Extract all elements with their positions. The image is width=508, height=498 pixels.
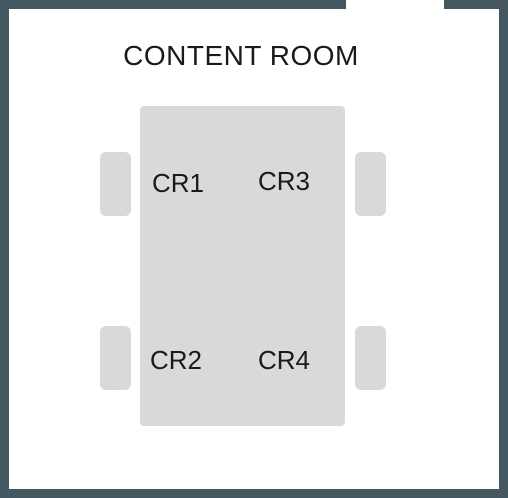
door-opening [346,0,444,9]
seat-label-cr4: CR4 [258,345,311,375]
seat-label-cr1: CR1 [152,168,205,198]
seat-label-cr2: CR2 [150,345,203,375]
chair-cr1[interactable] [100,152,131,216]
chair-cr2[interactable] [100,326,131,390]
room-title: CONTENT ROOM [123,40,359,71]
chair-cr3[interactable] [355,152,386,216]
chair-cr4[interactable] [355,326,386,390]
conference-table [140,106,345,426]
seat-label-cr3: CR3 [258,166,311,196]
